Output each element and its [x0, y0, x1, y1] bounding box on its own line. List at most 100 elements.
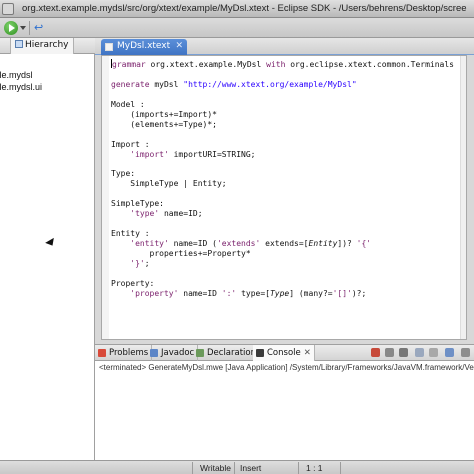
code-line: SimpleType | Entity; — [111, 179, 454, 189]
code-text: type=[ — [236, 288, 270, 298]
code-text: Import : — [111, 139, 150, 149]
status-separator — [298, 462, 299, 474]
code-text: name=ID — [178, 288, 222, 298]
status-separator — [192, 462, 193, 474]
code-text: Entity : — [111, 229, 150, 239]
code-string: "http://www.xtext.org/example/MyDsl" — [183, 79, 357, 89]
pin-console-icon[interactable] — [429, 348, 438, 357]
status-bar: Writable Insert 1 : 1 — [0, 460, 474, 474]
code-text: SimpleType: — [111, 199, 164, 209]
console-status-text: <terminated> GenerateMyDsl.mwe [Java App… — [99, 363, 474, 372]
scroll-lock-icon[interactable] — [415, 348, 424, 357]
code-line: '}'; — [111, 259, 454, 269]
xtext-file-icon — [105, 43, 113, 51]
document-icon — [2, 3, 14, 15]
code-line: (imports+=Import)* — [111, 110, 454, 120]
console-panel: Problems Javadoc Declaration Console ✕ <t… — [95, 344, 474, 460]
code-keyword: 'import' — [130, 149, 169, 159]
tab-hierarchy-label: Hierarchy — [25, 40, 69, 50]
code-text: importURI=STRING; — [168, 149, 256, 159]
tab-problems[interactable]: Problems — [95, 345, 153, 361]
code-text: myDsl — [149, 79, 184, 89]
code-text: extends=[ — [260, 239, 309, 249]
tree-item-mydsl[interactable]: ample.mydsl — [0, 70, 33, 80]
console-icon — [256, 349, 264, 357]
problems-icon — [98, 349, 106, 357]
code-text: Type: — [111, 169, 136, 179]
code-text: Entity — [308, 239, 338, 249]
tab-console[interactable]: Console ✕ — [253, 345, 315, 361]
remove-launch-icon[interactable] — [385, 348, 394, 357]
package-explorer-panel: Hierarchy ample.mydsl ample.mydsl.ui — [0, 38, 95, 462]
status-separator — [234, 462, 235, 474]
code-content[interactable]: grammar org.xtext.example.MyDsl with org… — [111, 59, 454, 299]
status-insert-mode: Insert — [240, 463, 262, 473]
code-line: Entity : — [111, 229, 454, 239]
tab-hierarchy[interactable]: Hierarchy — [10, 38, 74, 54]
window-title: org.xtext.example.mydsl/src/org/xtext/ex… — [22, 3, 467, 14]
view-menu-icon[interactable] — [461, 348, 470, 357]
status-separator — [340, 462, 341, 474]
code-line: Property: — [111, 279, 454, 289]
code-keyword: '[]' — [332, 288, 352, 298]
code-text: name=ID; — [159, 209, 203, 219]
mouse-pointer-icon — [45, 237, 57, 249]
tab-declaration[interactable]: Declaration — [193, 345, 261, 361]
toolbar-separator — [29, 21, 30, 35]
code-line: generate myDsl "http://www.xtext.org/exa… — [111, 80, 454, 90]
code-keyword: grammar — [112, 60, 146, 69]
code-text: org.eclipse.xtext.common.Terminals — [285, 60, 454, 69]
run-icon[interactable] — [4, 21, 18, 35]
tab-declaration-label: Declaration — [207, 348, 257, 358]
code-text: properties+=Property* — [111, 249, 251, 259]
title-bar: org.xtext.example.mydsl/src/org/xtext/ex… — [0, 0, 474, 18]
tab-javadoc[interactable]: Javadoc — [147, 345, 199, 361]
code-text: name=ID ( — [168, 239, 217, 249]
tree-item-mydsl-ui[interactable]: ample.mydsl.ui — [0, 82, 42, 92]
code-editor[interactable]: grammar org.xtext.example.MyDsl with org… — [101, 55, 467, 340]
terminate-icon[interactable] — [371, 348, 380, 357]
close-icon[interactable]: ✕ — [304, 348, 311, 358]
back-arrow-icon[interactable]: ↩ — [34, 21, 48, 35]
code-text: (elements+=Type)*; — [111, 119, 217, 129]
code-keyword: 'extends' — [216, 239, 261, 249]
code-keyword: 'property' — [130, 288, 179, 298]
code-line: Type: — [111, 169, 454, 179]
code-text: SimpleType | Entity; — [111, 179, 227, 189]
tab-javadoc-label: Javadoc — [161, 348, 195, 358]
code-keyword: 'entity' — [130, 239, 169, 249]
tab-mydsl-xtext[interactable]: MyDsl.xtext ✕ — [101, 39, 187, 55]
code-text: ])? — [337, 239, 357, 249]
status-writable: Writable — [200, 463, 232, 473]
code-text: ; — [144, 259, 150, 269]
code-line: Model : — [111, 100, 454, 110]
declaration-icon — [196, 349, 204, 357]
code-line: (elements+=Type)*; — [111, 120, 454, 130]
hierarchy-icon — [15, 40, 23, 48]
editor-scrollbar[interactable] — [460, 56, 466, 339]
left-tab-bar: Hierarchy — [0, 38, 95, 54]
code-text: org.xtext.example.MyDsl — [145, 60, 267, 69]
open-console-icon[interactable] — [445, 348, 454, 357]
bottom-tab-bar: Problems Javadoc Declaration Console ✕ — [95, 345, 474, 361]
close-icon[interactable]: ✕ — [175, 41, 183, 51]
code-line: 'entity' name=ID ('extends' extends=[Ent… — [111, 239, 454, 249]
code-keyword: 'type' — [130, 209, 160, 219]
code-line: 'type' name=ID; — [111, 209, 454, 219]
code-keyword: '{' — [356, 239, 372, 249]
code-text: Type — [269, 288, 290, 298]
remove-all-icon[interactable] — [399, 348, 408, 357]
status-cursor-position: 1 : 1 — [306, 463, 323, 473]
chevron-down-icon[interactable] — [20, 26, 26, 30]
